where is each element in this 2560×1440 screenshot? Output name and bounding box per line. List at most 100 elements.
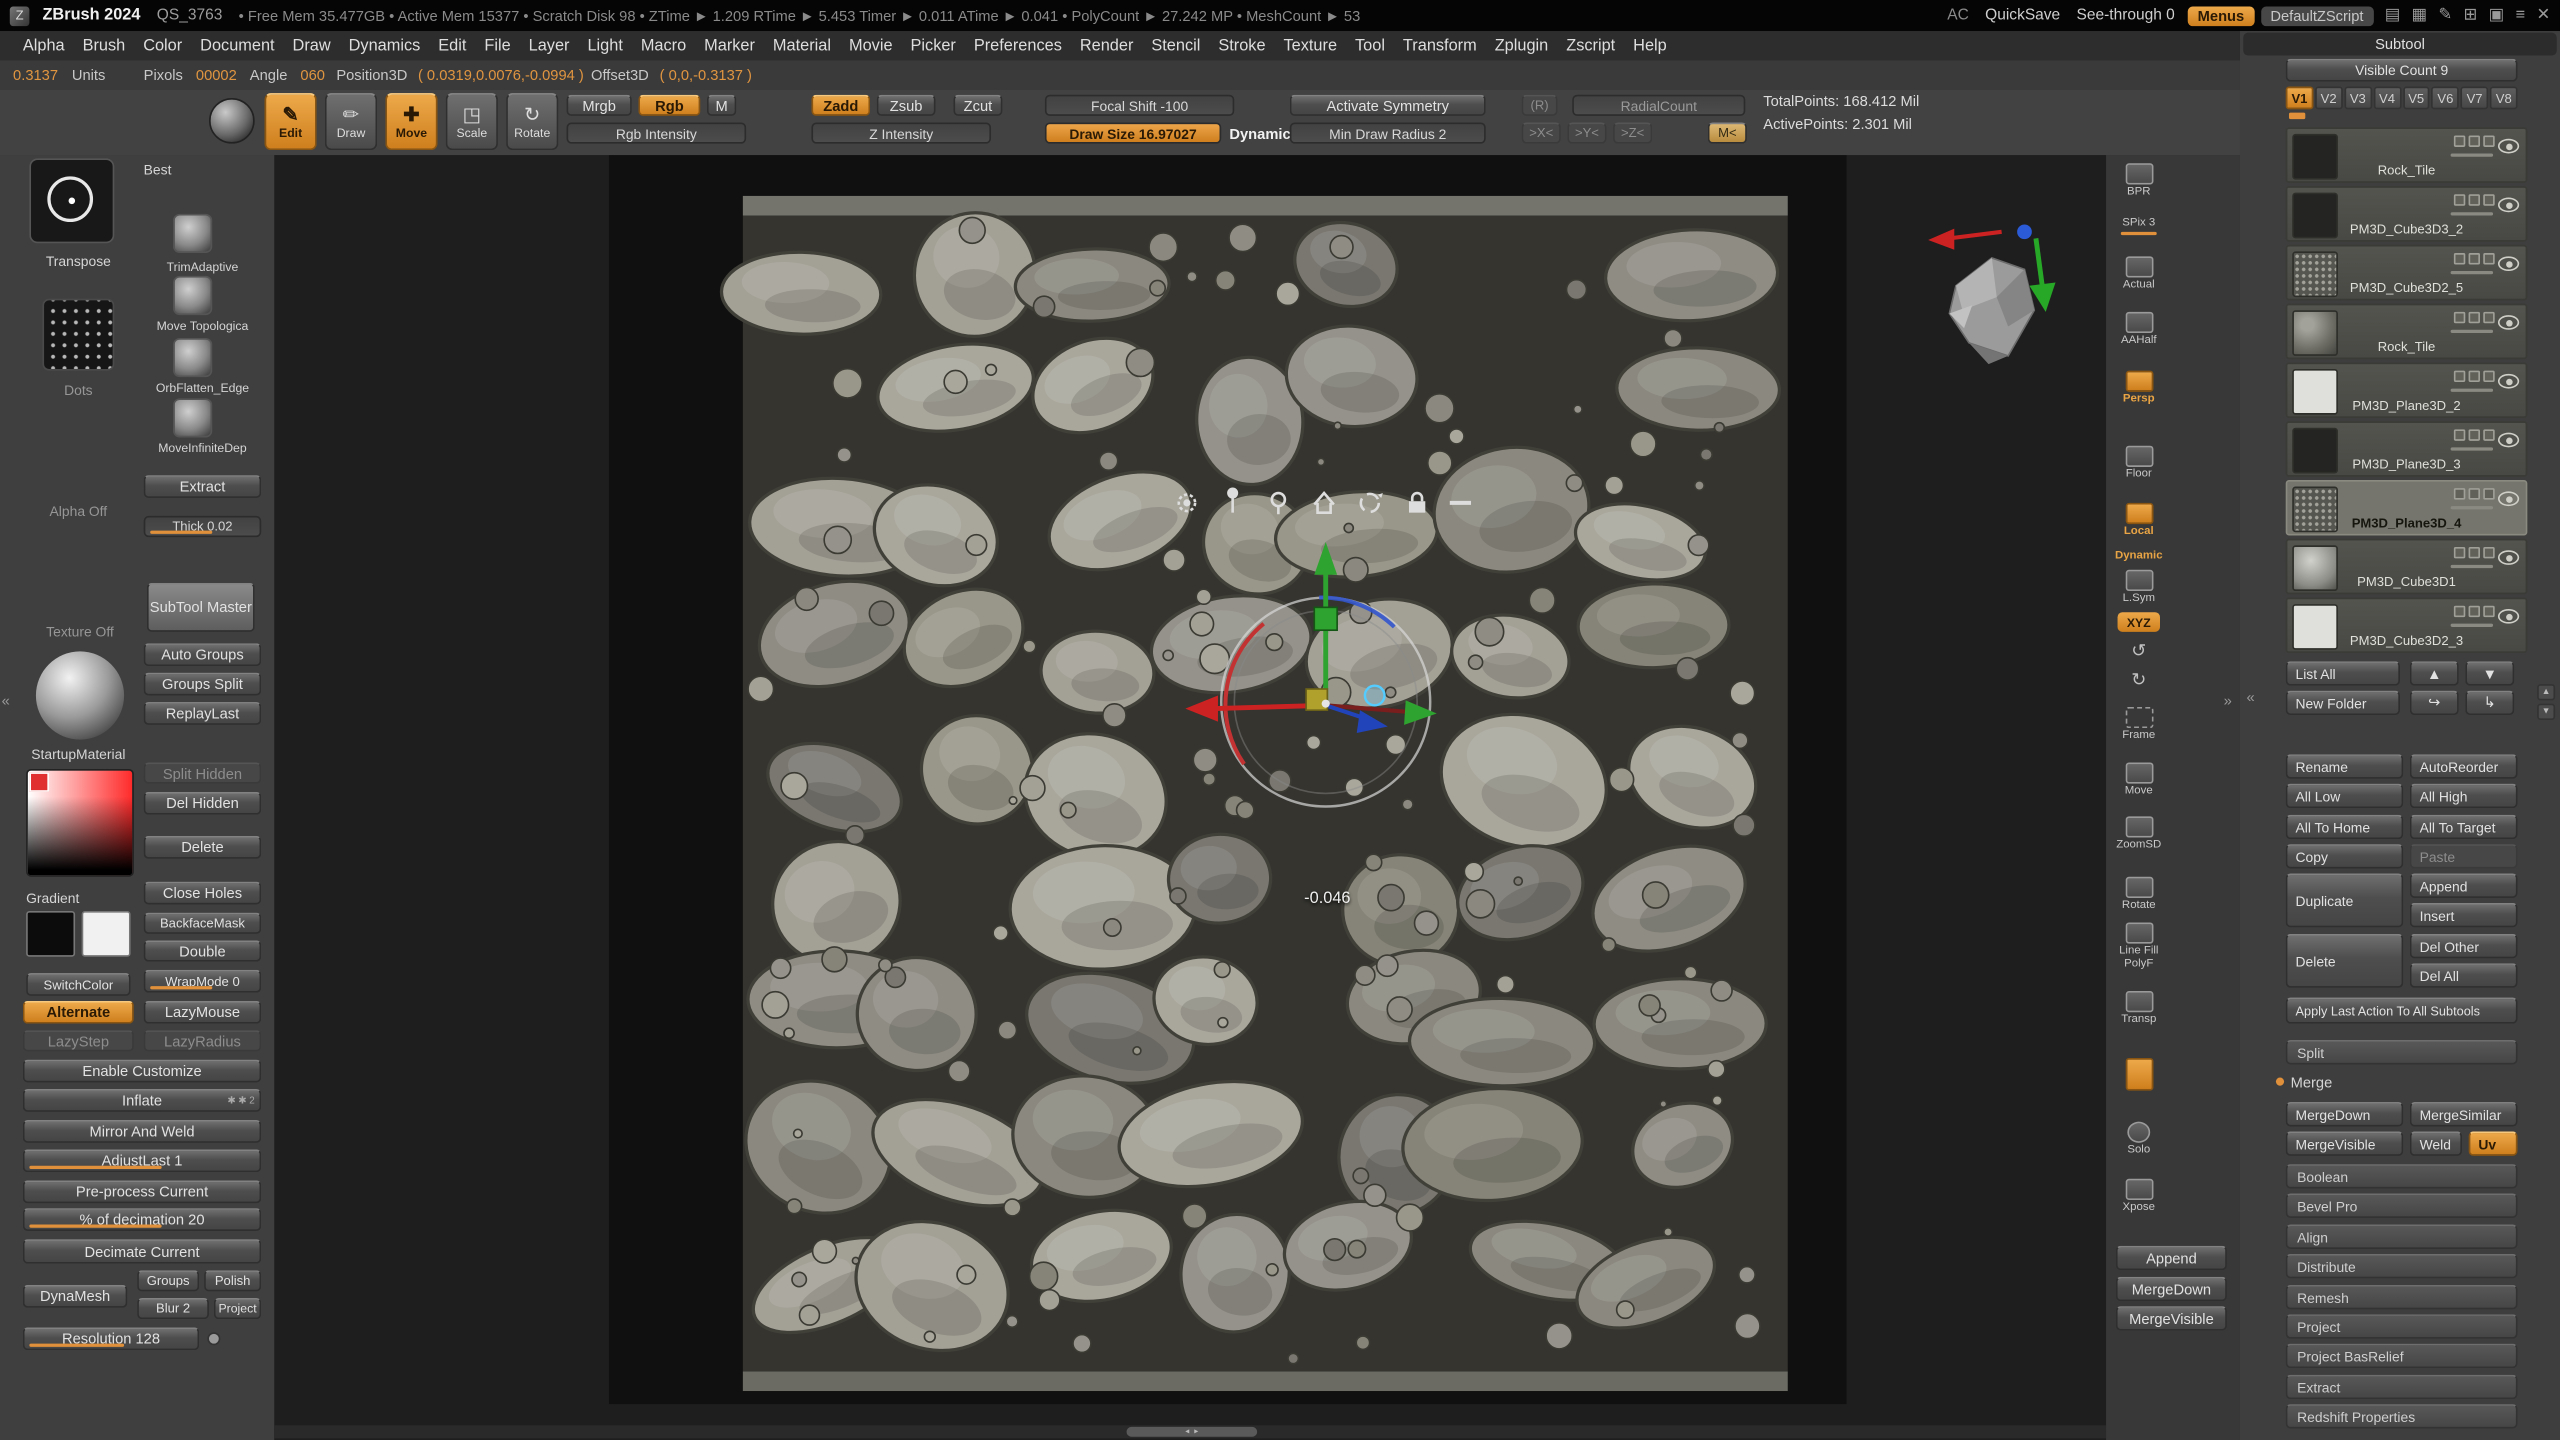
brush-preset-name[interactable]: MoveInfiniteDep bbox=[137, 441, 268, 456]
dynamic-label[interactable]: Dynamic bbox=[1229, 126, 1290, 142]
menu-item[interactable]: Render bbox=[1080, 37, 1134, 55]
close-holes-button[interactable]: Close Holes bbox=[144, 882, 262, 905]
uvmap-icon[interactable] bbox=[2469, 488, 2480, 499]
subtool-version-tab[interactable]: V8 bbox=[2490, 87, 2518, 110]
preview-sphere-icon[interactable] bbox=[209, 98, 255, 144]
current-color-swatch[interactable] bbox=[29, 772, 49, 792]
enable-customize-button[interactable]: Enable Customize bbox=[23, 1060, 261, 1083]
uvmap-icon[interactable] bbox=[2469, 429, 2480, 440]
subtool-opacity-slider[interactable] bbox=[2451, 389, 2493, 392]
visibility-eye-icon[interactable] bbox=[2498, 256, 2519, 271]
subtool-item[interactable]: PM3D_Cube3D3_2 bbox=[2286, 186, 2528, 242]
subtool-opacity-slider[interactable] bbox=[2451, 153, 2493, 156]
main-color-swatch[interactable] bbox=[26, 911, 75, 957]
copy-button[interactable]: Copy bbox=[2286, 844, 2404, 868]
subtool-item[interactable]: PM3D_Plane3D_3 bbox=[2286, 421, 2528, 477]
menu-item[interactable]: Texture bbox=[1283, 37, 1337, 55]
bevel-pro-section-header[interactable]: Bevel Pro bbox=[2286, 1193, 2518, 1217]
project-basrelief-section-header[interactable]: Project BasRelief bbox=[2286, 1344, 2518, 1368]
displacement-icon[interactable] bbox=[2483, 606, 2494, 617]
del-hidden-button[interactable]: Del Hidden bbox=[144, 792, 262, 815]
menu-item[interactable]: Tool bbox=[1355, 37, 1385, 55]
add-icon[interactable]: ⊞ bbox=[2464, 7, 2478, 25]
align-section-header[interactable]: Align bbox=[2286, 1224, 2518, 1248]
subtool-item[interactable]: Rock_Tile bbox=[2286, 304, 2528, 360]
wrap-mode-slider[interactable]: WrapMode 0 bbox=[144, 970, 262, 993]
polypaint-icon[interactable] bbox=[2454, 136, 2465, 147]
spix-slider[interactable]: SPix 3 bbox=[2106, 217, 2171, 235]
rotate-view-button[interactable]: Rotate bbox=[2106, 877, 2171, 913]
subtool-item[interactable]: PM3D_Plane3D_4 bbox=[2286, 480, 2528, 536]
rotate-mode-button[interactable]: ↻Rotate bbox=[506, 93, 558, 150]
menu-item[interactable]: Layer bbox=[529, 37, 570, 55]
material-thumbnail[interactable] bbox=[36, 651, 124, 739]
auto-groups-button[interactable]: Auto Groups bbox=[144, 643, 262, 666]
transpose-gizmo[interactable] bbox=[1146, 506, 1505, 930]
transp-button[interactable]: Transp bbox=[2106, 991, 2171, 1027]
list-all-button[interactable]: List All bbox=[2286, 661, 2400, 685]
panel-scroll-down-icon[interactable]: ▼ bbox=[2537, 704, 2555, 720]
decimate-current-button[interactable]: Decimate Current bbox=[23, 1239, 261, 1263]
symmetry-m-button[interactable]: M< bbox=[1708, 122, 1747, 143]
uvmap-icon[interactable] bbox=[2469, 371, 2480, 382]
project-section-header[interactable]: Project bbox=[2286, 1314, 2518, 1338]
radial-r-button[interactable]: (R) bbox=[1522, 95, 1558, 116]
alternate-button[interactable]: Alternate bbox=[23, 1001, 134, 1024]
horizontal-scrollbar[interactable]: ◂▸ bbox=[274, 1425, 2106, 1438]
menu-item[interactable]: Marker bbox=[704, 37, 755, 55]
polypaint-icon[interactable] bbox=[2454, 488, 2465, 499]
paste-button[interactable]: Paste bbox=[2410, 844, 2518, 868]
dynamic-persp-toggle[interactable]: Dynamic bbox=[2106, 550, 2171, 563]
layout-grid-icon[interactable]: ▤ bbox=[2385, 7, 2400, 25]
gradient-toggle[interactable]: Gradient bbox=[26, 890, 111, 906]
visibility-eye-icon[interactable] bbox=[2498, 491, 2519, 506]
remesh-section-header[interactable]: Remesh bbox=[2286, 1285, 2518, 1309]
solo-button[interactable]: Solo bbox=[2106, 1122, 2171, 1158]
subtool-opacity-slider[interactable] bbox=[2451, 330, 2493, 333]
menu-item[interactable]: Dynamics bbox=[349, 37, 421, 55]
brush-thumbnail[interactable] bbox=[29, 158, 114, 243]
resolution-curve-dot[interactable] bbox=[207, 1332, 220, 1345]
rename-button[interactable]: Rename bbox=[2286, 754, 2404, 778]
visibility-eye-icon[interactable] bbox=[2498, 315, 2519, 330]
sculpt-viewport[interactable]: -0.046 ◂▸ bbox=[274, 155, 2106, 1440]
displacement-icon[interactable] bbox=[2483, 136, 2494, 147]
menu-item[interactable]: Transform bbox=[1403, 37, 1477, 55]
brush-preset-name[interactable]: Move Topologica bbox=[137, 318, 268, 333]
brush-preset-thumbnail[interactable] bbox=[173, 214, 212, 253]
brush-preset-thumbnail[interactable] bbox=[173, 338, 212, 377]
panel-title[interactable]: Subtool bbox=[2243, 33, 2556, 56]
dynamesh-button[interactable]: DynaMesh bbox=[23, 1285, 127, 1308]
subtool-version-tab[interactable]: V2 bbox=[2315, 87, 2343, 110]
polypaint-icon[interactable] bbox=[2454, 253, 2465, 264]
displacement-icon[interactable] bbox=[2483, 194, 2494, 205]
del-all-button[interactable]: Del All bbox=[2410, 963, 2518, 987]
lsym-button[interactable]: L.Sym bbox=[2106, 570, 2171, 606]
uvmap-icon[interactable] bbox=[2469, 194, 2480, 205]
draw-size-slider[interactable]: Draw Size 16.97027 bbox=[1045, 122, 1221, 143]
move-into-folder-icon[interactable]: ↳ bbox=[2465, 691, 2514, 715]
m-button[interactable]: M bbox=[707, 95, 736, 116]
subtool-opacity-slider[interactable] bbox=[2451, 212, 2493, 215]
backface-mask-button[interactable]: BackfaceMask bbox=[144, 913, 262, 934]
subtool-item[interactable]: PM3D_Plane3D_2 bbox=[2286, 362, 2528, 418]
visible-count-slider[interactable]: Visible Count 9 bbox=[2286, 59, 2518, 82]
spin-ccw-icon[interactable]: ↺ bbox=[2106, 642, 2171, 662]
all-to-target-button[interactable]: All To Target bbox=[2410, 815, 2518, 839]
weld-button[interactable]: Weld bbox=[2410, 1131, 2462, 1155]
apply-last-action-button[interactable]: Apply Last Action To All Subtools bbox=[2286, 998, 2518, 1024]
tray-collapse-handle[interactable]: « bbox=[2, 694, 10, 707]
blur-slider[interactable]: Blur 2 bbox=[137, 1298, 209, 1319]
activate-symmetry-button[interactable]: Activate Symmetry bbox=[1290, 95, 1486, 116]
uvmap-icon[interactable] bbox=[2469, 136, 2480, 147]
edit-mode-button[interactable]: ✎Edit bbox=[264, 93, 316, 150]
visibility-eye-icon[interactable] bbox=[2498, 433, 2519, 448]
polypaint-icon[interactable] bbox=[2454, 371, 2465, 382]
symmetry-x-button[interactable]: >X< bbox=[1522, 122, 1561, 143]
zsub-button[interactable]: Zsub bbox=[877, 95, 936, 116]
brush-preset-name[interactable]: TrimAdaptive bbox=[137, 260, 268, 275]
polish-button[interactable]: Polish bbox=[204, 1270, 261, 1291]
min-draw-radius-slider[interactable]: Min Draw Radius 2 bbox=[1290, 122, 1486, 143]
delete-subtool-button[interactable]: Delete bbox=[2286, 934, 2404, 988]
zadd-button[interactable]: Zadd bbox=[811, 95, 870, 116]
